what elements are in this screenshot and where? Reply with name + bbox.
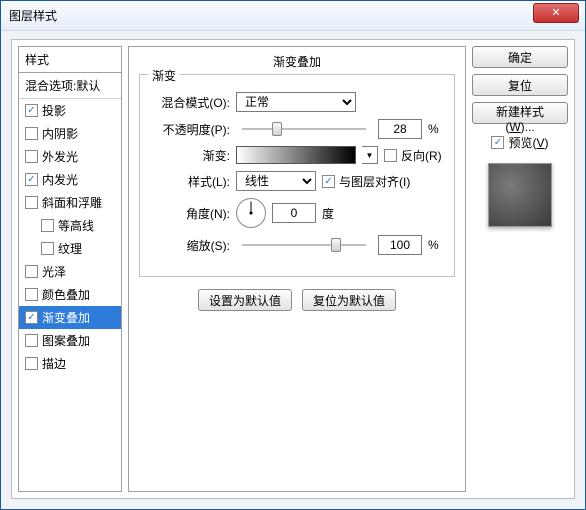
style-label: 斜面和浮雕	[42, 194, 102, 211]
style-checkbox[interactable]	[25, 311, 38, 324]
gradient-label: 渐变:	[150, 147, 230, 164]
style-item-9[interactable]: 渐变叠加	[19, 306, 121, 329]
style-checkbox[interactable]	[25, 196, 38, 209]
blend-options-default[interactable]: 混合选项:默认	[19, 73, 121, 99]
window-title: 图层样式	[7, 7, 533, 24]
right-column: 确定 复位 新建样式(W)... 预览(V)	[472, 46, 568, 492]
styles-header: 样式	[19, 47, 121, 73]
ok-button[interactable]: 确定	[472, 46, 568, 68]
style-label: 图案叠加	[42, 332, 90, 349]
gradient-fieldset: 渐变 混合模式(O): 正常 不透明度(P): % 渐变: ▼	[139, 74, 455, 277]
opacity-label: 不透明度(P):	[150, 121, 230, 138]
style-label: 渐变叠加	[42, 309, 90, 326]
style-item-8[interactable]: 颜色叠加	[19, 283, 121, 306]
angle-dial[interactable]	[236, 198, 266, 228]
style-checkbox[interactable]	[25, 104, 38, 117]
style-item-11[interactable]: 描边	[19, 352, 121, 375]
style-label: 内发光	[42, 171, 78, 188]
style-checkbox[interactable]	[25, 334, 38, 347]
style-checkbox[interactable]	[41, 219, 54, 232]
reverse-checkbox[interactable]: 反向(R)	[384, 147, 442, 164]
style-checkbox[interactable]	[25, 127, 38, 140]
align-checkbox[interactable]: 与图层对齐(I)	[322, 173, 410, 190]
style-label: 投影	[42, 102, 66, 119]
scale-unit: %	[428, 238, 444, 252]
style-label: 描边	[42, 355, 66, 372]
cancel-button[interactable]: 复位	[472, 74, 568, 96]
gradient-dropdown[interactable]: ▼	[362, 146, 378, 164]
style-item-2[interactable]: 外发光	[19, 145, 121, 168]
opacity-unit: %	[428, 122, 444, 136]
style-checkbox[interactable]	[25, 357, 38, 370]
style-label: 颜色叠加	[42, 286, 90, 303]
style-label: 外发光	[42, 148, 78, 165]
content-area: 样式 混合选项:默认 投影内阴影外发光内发光斜面和浮雕等高线纹理光泽颜色叠加渐变…	[11, 39, 575, 499]
style-checkbox[interactable]	[25, 288, 38, 301]
style-checkbox[interactable]	[25, 150, 38, 163]
blend-mode-select[interactable]: 正常	[236, 92, 356, 112]
style-item-4[interactable]: 斜面和浮雕	[19, 191, 121, 214]
close-button[interactable]: ✕	[533, 3, 579, 23]
style-label: 纹理	[58, 240, 82, 257]
style-label: 内阴影	[42, 125, 78, 142]
scale-input[interactable]	[378, 235, 422, 255]
style-item-3[interactable]: 内发光	[19, 168, 121, 191]
gradient-overlay-panel: 渐变叠加 渐变 混合模式(O): 正常 不透明度(P): % 渐变:	[128, 46, 466, 492]
blend-mode-label: 混合模式(O):	[150, 94, 230, 111]
style-label: 光泽	[42, 263, 66, 280]
scale-slider[interactable]	[242, 244, 366, 246]
opacity-input[interactable]	[378, 119, 422, 139]
gradient-swatch[interactable]	[236, 146, 356, 164]
style-label: 等高线	[58, 217, 94, 234]
scale-label: 缩放(S):	[150, 237, 230, 254]
style-checkbox[interactable]	[41, 242, 54, 255]
style-item-10[interactable]: 图案叠加	[19, 329, 121, 352]
style-item-1[interactable]: 内阴影	[19, 122, 121, 145]
style-item-7[interactable]: 光泽	[19, 260, 121, 283]
style-label: 样式(L):	[150, 173, 230, 190]
new-style-button[interactable]: 新建样式(W)...	[472, 102, 568, 124]
angle-unit: 度	[322, 205, 334, 222]
styles-list: 样式 混合选项:默认 投影内阴影外发光内发光斜面和浮雕等高线纹理光泽颜色叠加渐变…	[18, 46, 122, 492]
fieldset-legend: 渐变	[148, 67, 180, 84]
style-checkbox[interactable]	[25, 173, 38, 186]
style-item-6[interactable]: 纹理	[19, 237, 121, 260]
layer-style-dialog: 图层样式 ✕ 样式 混合选项:默认 投影内阴影外发光内发光斜面和浮雕等高线纹理光…	[0, 0, 586, 510]
angle-label: 角度(N):	[150, 205, 230, 222]
panel-title: 渐变叠加	[139, 53, 455, 70]
preview-thumbnail	[488, 163, 552, 227]
style-item-5[interactable]: 等高线	[19, 214, 121, 237]
reset-default-button[interactable]: 复位为默认值	[302, 289, 396, 311]
style-checkbox[interactable]	[25, 265, 38, 278]
angle-input[interactable]	[272, 203, 316, 223]
style-select[interactable]: 线性	[236, 171, 316, 191]
opacity-slider[interactable]	[242, 128, 366, 130]
set-default-button[interactable]: 设置为默认值	[198, 289, 292, 311]
style-item-0[interactable]: 投影	[19, 99, 121, 122]
titlebar: 图层样式 ✕	[1, 1, 585, 31]
preview-checkbox[interactable]: 预览(V)	[472, 134, 568, 151]
